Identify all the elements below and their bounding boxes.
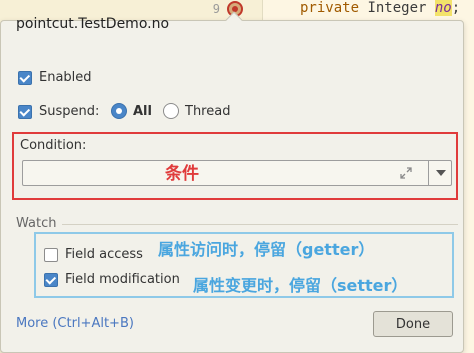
- suspend-checkbox[interactable]: Suspend:: [18, 104, 99, 119]
- code-keyword: private: [300, 0, 360, 16]
- code-semicolon: ;: [451, 0, 461, 16]
- condition-label: Condition:: [20, 138, 87, 153]
- chevron-down-icon[interactable]: [428, 161, 452, 185]
- more-link[interactable]: More (Ctrl+Alt+B): [16, 316, 134, 331]
- field-access-label: Field access: [65, 247, 143, 262]
- code-line: private Integer no;: [300, 0, 460, 16]
- field-access-checkbox[interactable]: Field access: [44, 247, 143, 262]
- watch-label: Watch: [16, 216, 57, 231]
- radio-unselected-icon[interactable]: [163, 103, 179, 119]
- field-modification-annotation: 属性变更时，停留（setter）: [193, 276, 408, 295]
- code-field: no: [434, 0, 452, 16]
- enabled-label: Enabled: [39, 70, 92, 85]
- checkbox-unchecked-icon[interactable]: [44, 247, 58, 262]
- code-type: Integer: [359, 0, 435, 16]
- watch-divider: [62, 224, 458, 225]
- radio-selected-icon[interactable]: [111, 103, 127, 119]
- field-modification-checkbox[interactable]: Field modification: [44, 272, 180, 287]
- breakpoint-title: pointcut.TestDemo.no: [16, 16, 170, 32]
- enabled-checkbox[interactable]: Enabled: [18, 70, 92, 85]
- condition-input[interactable]: [22, 160, 452, 186]
- condition-annotation: 条件: [165, 164, 199, 184]
- done-button[interactable]: Done: [373, 311, 453, 337]
- checkbox-checked-icon[interactable]: [44, 272, 58, 287]
- expand-icon[interactable]: [399, 166, 413, 180]
- field-access-annotation: 属性访问时，停留（getter）: [158, 240, 375, 259]
- suspend-label: Suspend:: [39, 104, 100, 119]
- checkbox-checked-icon[interactable]: [18, 70, 32, 85]
- radio-all[interactable]: All: [111, 103, 152, 119]
- field-modification-label: Field modification: [65, 272, 180, 287]
- radio-thread[interactable]: Thread: [163, 103, 230, 119]
- radio-thread-label: Thread: [185, 103, 231, 119]
- radio-all-label: All: [133, 103, 152, 119]
- line-number: 9: [212, 2, 220, 16]
- checkbox-checked-icon[interactable]: [18, 104, 32, 119]
